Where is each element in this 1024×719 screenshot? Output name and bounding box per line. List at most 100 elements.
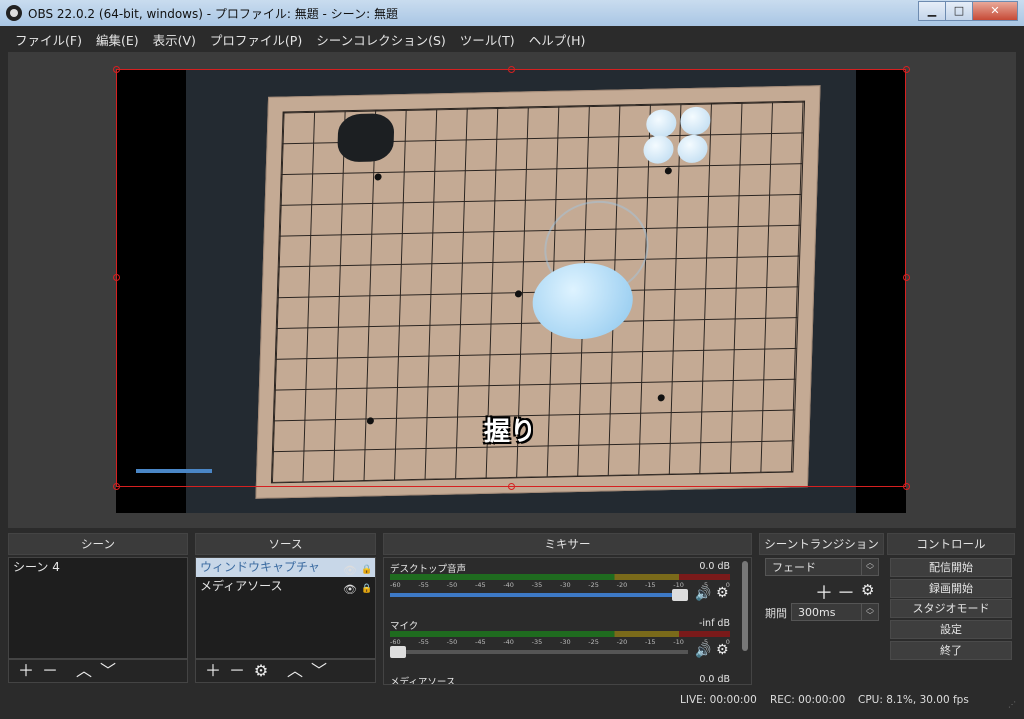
meter-tick-label: -60: [390, 638, 401, 646]
source-label: メディアソース: [200, 579, 283, 593]
meter-tick-label: -35: [531, 638, 543, 646]
close-button[interactable]: ✕: [972, 1, 1018, 21]
resize-handle-bottom-right[interactable]: [903, 483, 910, 490]
speaker-icon[interactable]: 🔊: [695, 587, 711, 602]
add-scene-button[interactable]: ＋: [15, 661, 37, 681]
resize-handle-bottom[interactable]: [508, 483, 515, 490]
menu-scene-collection[interactable]: シーンコレクション(S): [309, 30, 453, 49]
remove-transition-button[interactable]: －: [837, 579, 855, 605]
resize-handle-top[interactable]: [508, 66, 515, 73]
mixer-body: デスクトップ音声 0.0 dB -60 -55 -50 -45 -40 -35 -30 -25…: [383, 557, 752, 685]
visibility-eye-icon[interactable]: 👁: [343, 580, 357, 599]
rec-status: REC: 00:00:00: [770, 694, 846, 706]
remove-scene-button[interactable]: －: [39, 661, 61, 681]
scenes-toolbar: ＋ － ︿ ﹀: [8, 659, 188, 683]
menu-tools[interactable]: ツール(T): [453, 30, 522, 49]
maximize-button[interactable]: □: [945, 1, 973, 21]
obs-main-window: OBS 22.0.2 (64-bit, windows) - プロファイル: 無…: [0, 0, 1024, 719]
scenes-header: シーン: [8, 533, 188, 555]
meter-tick-label: -30: [559, 638, 571, 646]
resize-handle-left[interactable]: [113, 274, 120, 281]
window-title: OBS 22.0.2 (64-bit, windows) - プロファイル: 無…: [28, 7, 398, 21]
move-scene-up-button[interactable]: ︿: [73, 661, 95, 681]
volume-slider[interactable]: [390, 589, 688, 601]
minimize-button[interactable]: ▁: [918, 1, 946, 21]
cpu-status: CPU: 8.1%, 30.00 fps: [858, 694, 969, 706]
sources-header: ソース: [195, 533, 376, 555]
mixer-header: ミキサー: [383, 533, 752, 555]
meter-tick-label: -55: [418, 638, 429, 646]
scenes-dock: シーン シーン 4 ＋ － ︿ ﹀: [8, 533, 188, 685]
scene-item[interactable]: シーン 4: [9, 558, 187, 577]
channel-gear-icon[interactable]: ⚙: [716, 642, 729, 658]
move-source-down-button[interactable]: ﹀: [308, 661, 330, 681]
start-recording-button[interactable]: 録画開始: [890, 579, 1012, 598]
speaker-icon[interactable]: 🔊: [695, 644, 711, 659]
menu-help[interactable]: ヘルプ(H): [522, 30, 593, 49]
title-bar[interactable]: OBS 22.0.2 (64-bit, windows) - プロファイル: 無…: [0, 0, 1024, 26]
source-label: ウィンドウキャプチャ: [200, 560, 320, 574]
menu-profile[interactable]: プロファイル(P): [203, 30, 309, 49]
spin-arrows-icon: ︿ ﹀: [861, 604, 878, 620]
meter-tick-label: -50: [446, 638, 458, 646]
add-source-button[interactable]: ＋: [202, 661, 224, 681]
volume-meter: [390, 631, 730, 637]
window-controls: ▁ □ ✕: [918, 1, 1018, 21]
meter-tick-label: -45: [474, 581, 486, 589]
exit-button[interactable]: 終了: [890, 641, 1012, 660]
move-scene-down-button[interactable]: ﹀: [97, 661, 119, 681]
studio-mode-button[interactable]: スタジオモード: [890, 599, 1012, 618]
resize-handle-top-right[interactable]: [903, 66, 910, 73]
menu-edit[interactable]: 編集(E): [89, 30, 146, 49]
remove-source-button[interactable]: －: [226, 661, 248, 681]
meter-tick-label: -10: [673, 638, 684, 646]
menu-bar: ファイル(F) 編集(E) 表示(V) プロファイル(P) シーンコレクション(…: [8, 27, 1016, 51]
scenes-list[interactable]: シーン 4: [8, 557, 188, 659]
duration-value: 300ms: [798, 606, 836, 619]
channel-name: メディアソース: [390, 677, 456, 685]
meter-tick-label: -40: [503, 581, 514, 589]
resize-handle-top-left[interactable]: [113, 66, 120, 73]
source-properties-gear-icon[interactable]: ⚙: [250, 661, 272, 681]
sources-toolbar: ＋ － ⚙ ︿ ﹀: [195, 659, 376, 683]
meter-tick-label: -60: [390, 581, 401, 589]
resize-handle-right[interactable]: [903, 274, 910, 281]
preview-area[interactable]: 握り: [8, 52, 1016, 528]
source-selection-box[interactable]: [116, 69, 906, 487]
duration-label: 期間: [765, 607, 787, 620]
resize-handle-bottom-left[interactable]: [113, 483, 120, 490]
volume-slider-fill: [390, 593, 688, 597]
menu-view[interactable]: 表示(V): [146, 30, 203, 49]
move-source-up-button[interactable]: ︿: [284, 661, 306, 681]
meter-tick-label: -45: [474, 638, 486, 646]
volume-meter: [390, 574, 730, 580]
controls-header: コントロール: [887, 533, 1015, 555]
resize-grip-icon[interactable]: ⋰: [1008, 700, 1018, 710]
mixer-dock: ミキサー デスクトップ音声 0.0 dB -60 -55 -50 -45 -40 -35 -…: [383, 533, 752, 685]
channel-db: -inf dB: [698, 618, 730, 629]
volume-slider[interactable]: [390, 646, 688, 658]
transition-gear-icon[interactable]: ⚙: [861, 581, 874, 599]
channel-gear-icon[interactable]: ⚙: [716, 585, 729, 601]
meter-tick-label: -15: [644, 638, 656, 646]
sources-dock: ソース ウィンドウキャプチャ 👁 🔒 メディアソース 👁 🔒 ＋ － ⚙ ︿ ﹀: [195, 533, 376, 685]
settings-button[interactable]: 設定: [890, 620, 1012, 639]
transitions-header: シーントランジション: [759, 533, 884, 555]
meter-tick-label: -20: [616, 638, 628, 646]
source-item-window-capture[interactable]: ウィンドウキャプチャ 👁 🔒: [196, 558, 375, 577]
menu-file[interactable]: ファイル(F): [8, 30, 89, 49]
transition-select[interactable]: フェード ︿ ﹀: [765, 558, 879, 576]
meter-tick-label: -15: [644, 581, 656, 589]
duration-spinbox[interactable]: 300ms ︿ ﹀: [791, 603, 879, 621]
mixer-scrollbar[interactable]: [742, 561, 748, 651]
sources-list[interactable]: ウィンドウキャプチャ 👁 🔒 メディアソース 👁 🔒: [195, 557, 376, 659]
volume-slider-knob[interactable]: [672, 589, 688, 601]
source-item-media[interactable]: メディアソース 👁 🔒: [196, 577, 375, 596]
add-transition-button[interactable]: ＋: [815, 579, 833, 605]
transition-selected: フェード: [772, 561, 816, 574]
start-streaming-button[interactable]: 配信開始: [890, 558, 1012, 577]
channel-name: マイク: [390, 621, 419, 632]
volume-slider-knob[interactable]: [390, 646, 406, 658]
lock-icon[interactable]: 🔒: [361, 561, 372, 575]
lock-icon[interactable]: 🔒: [361, 580, 372, 594]
